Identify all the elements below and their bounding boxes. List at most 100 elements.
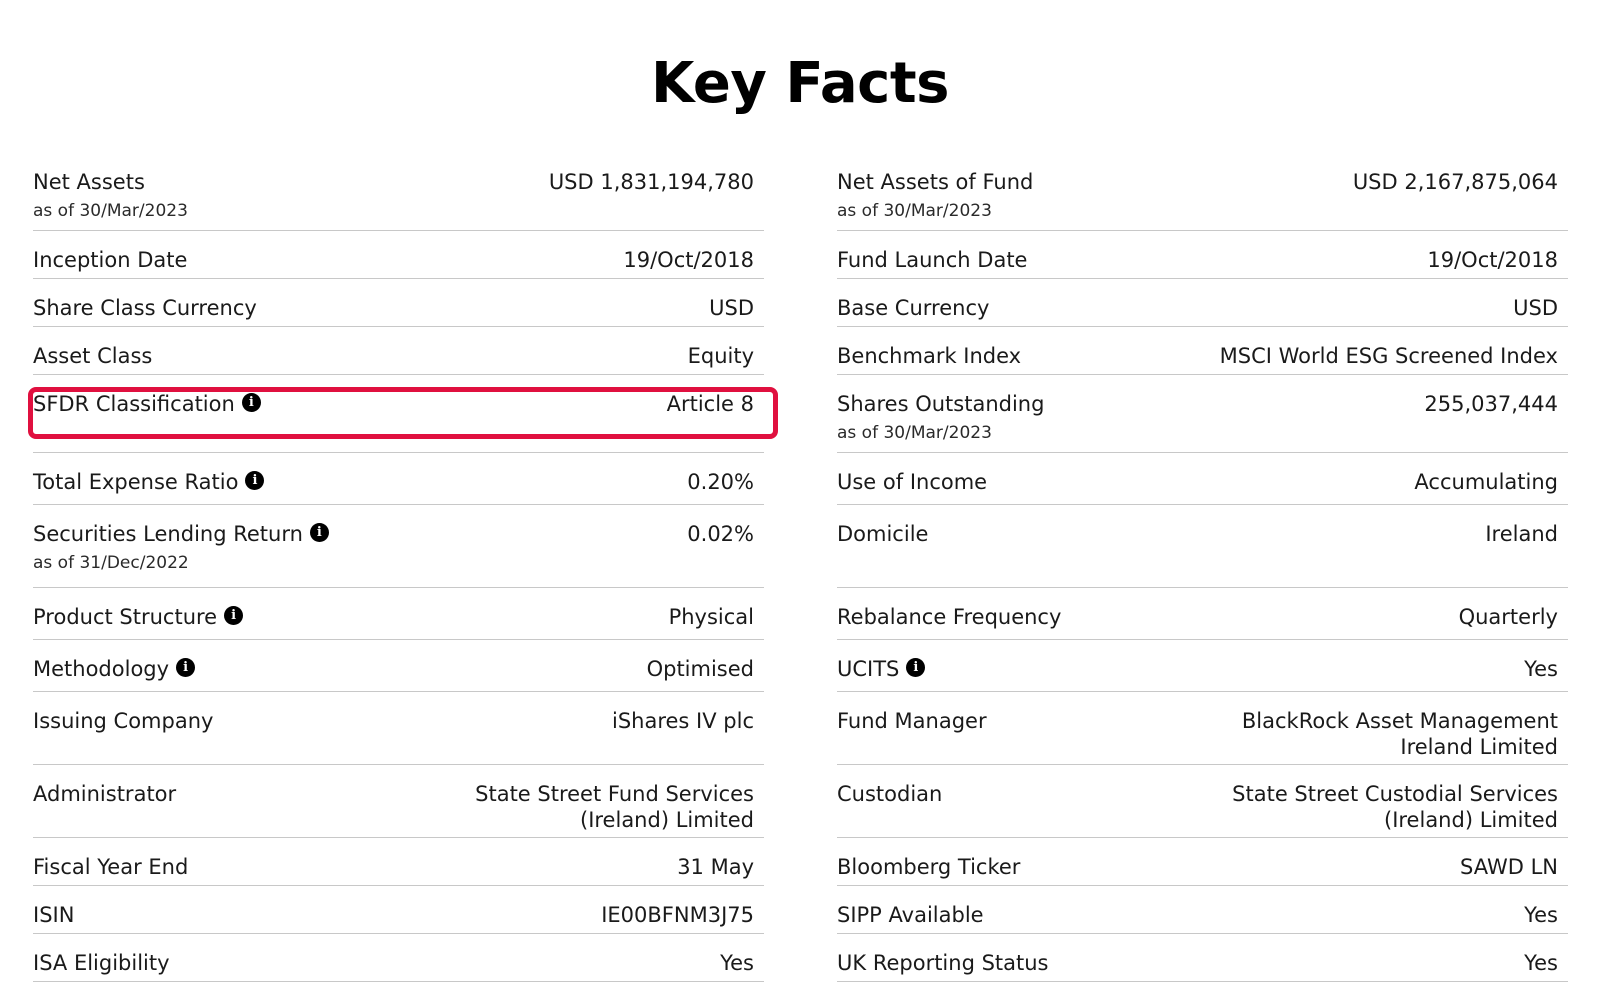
fact-label: Securities Lending Return bbox=[33, 522, 303, 546]
fact-row-sipp-available: SIPP Available Yes bbox=[837, 886, 1568, 934]
fact-row-custodian: Custodian State Street Custodial Service… bbox=[837, 765, 1568, 838]
fact-value: Yes bbox=[720, 951, 754, 975]
fact-row-share-class-currency: Share Class Currency USD bbox=[33, 279, 764, 327]
fact-value: iShares IV plc bbox=[612, 709, 754, 733]
fact-label: ISA Eligibility bbox=[33, 951, 170, 975]
fact-row-net-assets-of-fund: Net Assets of Fund as of 30/Mar/2023 USD… bbox=[837, 153, 1568, 231]
fact-row-fiscal-year-end: Fiscal Year End 31 May bbox=[33, 838, 764, 886]
fact-value: Yes bbox=[1524, 657, 1558, 681]
fact-label: Issuing Company bbox=[33, 709, 214, 733]
fact-value: Accumulating bbox=[1414, 470, 1558, 494]
fact-row-fund-manager: Fund Manager BlackRock Asset Management … bbox=[837, 692, 1568, 765]
fact-label: Custodian bbox=[837, 782, 943, 806]
fact-label: Benchmark Index bbox=[837, 344, 1022, 368]
fact-row-isa-eligibility: ISA Eligibility Yes bbox=[33, 934, 764, 982]
info-icon[interactable]: i bbox=[309, 522, 329, 542]
fact-as-of-date: as of 30/Mar/2023 bbox=[33, 201, 188, 221]
fact-row-ucits: UCITS i Yes bbox=[837, 640, 1568, 692]
info-icon[interactable]: i bbox=[241, 392, 261, 412]
fact-label: Administrator bbox=[33, 782, 177, 806]
fact-value: Yes bbox=[1524, 951, 1558, 975]
fact-value: 0.20% bbox=[687, 470, 754, 494]
fact-row-domicile: Domicile Ireland bbox=[837, 505, 1568, 588]
fact-value: State Street Custodial Services (Ireland… bbox=[1232, 782, 1558, 832]
fact-label: Fund Manager bbox=[837, 709, 987, 733]
info-icon[interactable]: i bbox=[224, 605, 244, 625]
fact-value: USD bbox=[709, 296, 754, 320]
fact-value: MSCI World ESG Screened Index bbox=[1219, 344, 1558, 368]
fact-value: Equity bbox=[687, 344, 754, 368]
fact-label-with-info: UCITS i bbox=[837, 656, 926, 682]
fact-label: SIPP Available bbox=[837, 903, 984, 927]
fact-value: Article 8 bbox=[666, 392, 754, 416]
fact-row-methodology: Methodology i Optimised bbox=[33, 640, 764, 692]
fact-row-sfdr-classification: SFDR Classification i Article 8 bbox=[33, 375, 764, 453]
fact-value: 19/Oct/2018 bbox=[1427, 248, 1558, 272]
fact-label: Rebalance Frequency bbox=[837, 605, 1062, 629]
fact-row-bloomberg-ticker: Bloomberg Ticker SAWD LN bbox=[837, 838, 1568, 886]
fact-label: Product Structure bbox=[33, 605, 218, 629]
fact-value: 255,037,444 bbox=[1424, 392, 1558, 416]
fact-row-base-currency: Base Currency USD bbox=[837, 279, 1568, 327]
fact-row-use-of-income: Use of Income Accumulating bbox=[837, 453, 1568, 505]
info-icon[interactable]: i bbox=[245, 470, 265, 490]
fact-value: USD bbox=[1513, 296, 1558, 320]
fact-label: Net Assets bbox=[33, 170, 145, 194]
fact-label: Methodology bbox=[33, 657, 170, 681]
fact-row-isin: ISIN IE00BFNM3J75 bbox=[33, 886, 764, 934]
fact-value: 19/Oct/2018 bbox=[623, 248, 754, 272]
fact-label: UCITS bbox=[837, 657, 900, 681]
fact-value: Quarterly bbox=[1458, 605, 1558, 629]
fact-value: SAWD LN bbox=[1460, 855, 1558, 879]
fact-value: 31 May bbox=[677, 855, 754, 879]
fact-row-product-structure: Product Structure i Physical bbox=[33, 588, 764, 640]
fact-value: Yes bbox=[1524, 903, 1558, 927]
fact-label-with-info: Total Expense Ratio i bbox=[33, 469, 265, 495]
fact-label: Asset Class bbox=[33, 344, 153, 368]
fact-label-with-info: Product Structure i bbox=[33, 604, 244, 630]
fact-row-fund-launch-date: Fund Launch Date 19/Oct/2018 bbox=[837, 231, 1568, 279]
info-icon[interactable]: i bbox=[906, 657, 926, 677]
fact-value: IE00BFNM3J75 bbox=[601, 903, 754, 927]
fact-row-issuing-company: Issuing Company iShares IV plc bbox=[33, 692, 764, 765]
fact-label: Shares Outstanding bbox=[837, 392, 1045, 416]
fact-label: Domicile bbox=[837, 522, 929, 546]
fact-label: ISIN bbox=[33, 903, 75, 927]
fact-row-total-expense-ratio: Total Expense Ratio i 0.20% bbox=[33, 453, 764, 505]
fact-label: Base Currency bbox=[837, 296, 990, 320]
fact-row-securities-lending-return: Securities Lending Return i as of 31/Dec… bbox=[33, 505, 764, 588]
key-facts-left-column: Net Assets as of 30/Mar/2023 USD 1,831,1… bbox=[33, 153, 764, 982]
fact-row-uk-reporting-status: UK Reporting Status Yes bbox=[837, 934, 1568, 982]
fact-label: Fiscal Year End bbox=[33, 855, 189, 879]
fact-label: Bloomberg Ticker bbox=[837, 855, 1021, 879]
fact-row-rebalance-frequency: Rebalance Frequency Quarterly bbox=[837, 588, 1568, 640]
fact-label: Inception Date bbox=[33, 248, 188, 272]
fact-label: UK Reporting Status bbox=[837, 951, 1049, 975]
fact-label: Total Expense Ratio bbox=[33, 470, 239, 494]
fact-value: Optimised bbox=[646, 657, 754, 681]
fact-row-asset-class: Asset Class Equity bbox=[33, 327, 764, 375]
fact-as-of-date: as of 30/Mar/2023 bbox=[837, 423, 992, 443]
fact-as-of-date: as of 30/Mar/2023 bbox=[837, 201, 992, 221]
fact-value: Physical bbox=[668, 605, 754, 629]
fact-value: State Street Fund Services (Ireland) Lim… bbox=[475, 782, 754, 832]
fact-label: Fund Launch Date bbox=[837, 248, 1028, 272]
fact-label: Net Assets of Fund bbox=[837, 170, 1034, 194]
fact-value: 0.02% bbox=[687, 522, 754, 546]
fact-label-with-info: Methodology i bbox=[33, 656, 196, 682]
fact-label-with-info: SFDR Classification i bbox=[33, 391, 261, 417]
fact-value: USD 2,167,875,064 bbox=[1352, 170, 1558, 194]
fact-row-administrator: Administrator State Street Fund Services… bbox=[33, 765, 764, 838]
fact-value: BlackRock Asset Management Ireland Limit… bbox=[1241, 709, 1558, 759]
fact-label: Share Class Currency bbox=[33, 296, 257, 320]
page-title: Key Facts bbox=[651, 50, 949, 116]
info-icon[interactable]: i bbox=[176, 657, 196, 677]
fact-row-benchmark-index: Benchmark Index MSCI World ESG Screened … bbox=[837, 327, 1568, 375]
key-facts-right-column: Net Assets of Fund as of 30/Mar/2023 USD… bbox=[837, 153, 1568, 982]
fact-row-net-assets: Net Assets as of 30/Mar/2023 USD 1,831,1… bbox=[33, 153, 764, 231]
fact-value: Ireland bbox=[1485, 522, 1558, 546]
fact-label: Use of Income bbox=[837, 470, 988, 494]
fact-row-shares-outstanding: Shares Outstanding as of 30/Mar/2023 255… bbox=[837, 375, 1568, 453]
fact-value: USD 1,831,194,780 bbox=[548, 170, 754, 194]
fact-label-with-info: Securities Lending Return i bbox=[33, 521, 329, 547]
